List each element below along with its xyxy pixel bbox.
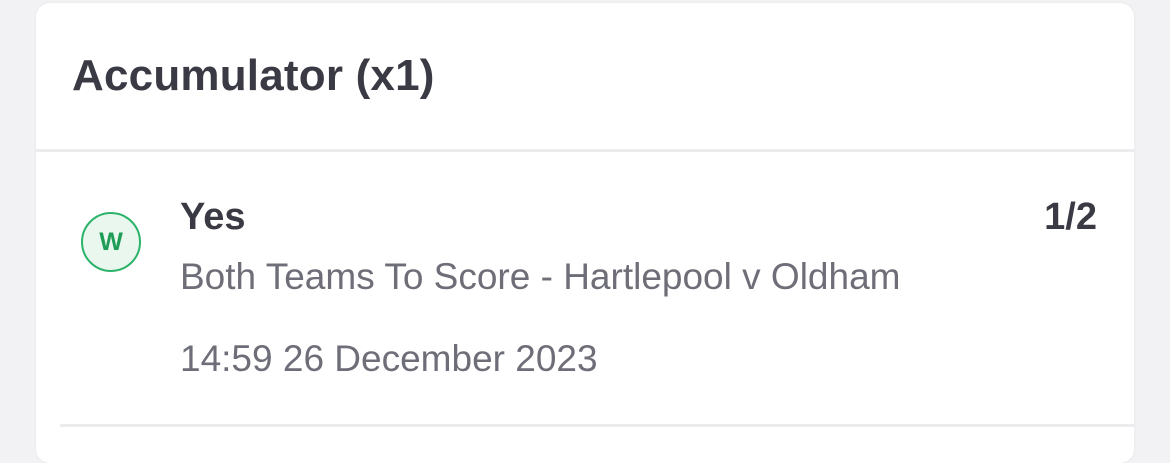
bet-card-header: Accumulator (x1) <box>36 3 1134 152</box>
bet-card: Accumulator (x1) W Yes 1/2 Both Teams To… <box>36 3 1134 463</box>
selection-name: Yes <box>180 196 246 238</box>
market-event-description: Both Teams To Score - Hartlepool v Oldha… <box>180 256 901 297</box>
event-datetime: 14:59 26 December 2023 <box>180 338 598 379</box>
divider <box>60 424 1134 427</box>
win-badge-icon: W <box>81 212 141 272</box>
bet-type-title: Accumulator (x1) <box>72 51 435 100</box>
selection-row: W Yes 1/2 Both Teams To Score - Hartlepo… <box>36 152 1134 428</box>
selection-odds: 1/2 <box>1044 196 1097 238</box>
